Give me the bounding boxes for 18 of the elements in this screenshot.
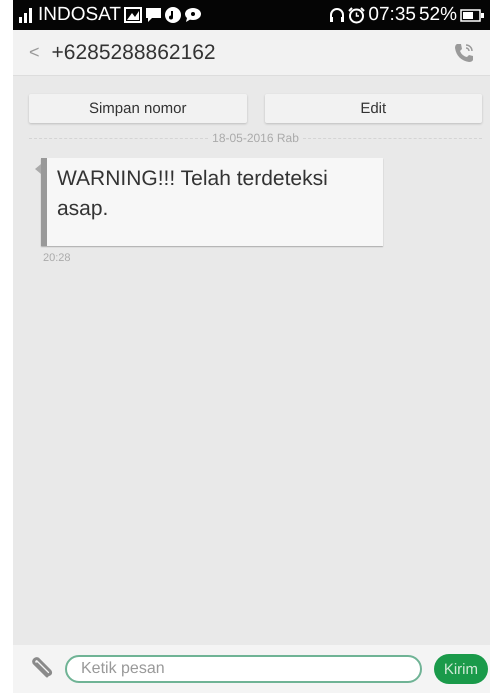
image-icon xyxy=(124,7,142,23)
music-icon xyxy=(165,7,182,23)
chat-bubble-icon xyxy=(184,7,202,23)
carrier-name: INDOSAT xyxy=(38,4,122,26)
message-input[interactable]: Ketik pesan xyxy=(65,655,422,683)
message-bubble: WARNING!!! Telah terdeteksi asap. xyxy=(41,158,383,246)
message-time: 20:28 xyxy=(43,252,72,264)
action-button[interactable]: Edit xyxy=(264,94,482,123)
battery-icon xyxy=(460,8,484,22)
clock-time: 07:35 xyxy=(368,4,416,26)
signal-icon xyxy=(19,7,35,23)
battery-percent: 52% xyxy=(418,4,457,26)
chat-icon xyxy=(145,7,162,23)
date-separator: 18-05-2016 Rab xyxy=(212,131,299,145)
headphones-icon xyxy=(329,7,346,23)
action-button[interactable]: Simpan nomor xyxy=(29,94,246,123)
alarm-icon xyxy=(348,6,366,24)
contact-number: +6285288862162 xyxy=(52,40,217,64)
